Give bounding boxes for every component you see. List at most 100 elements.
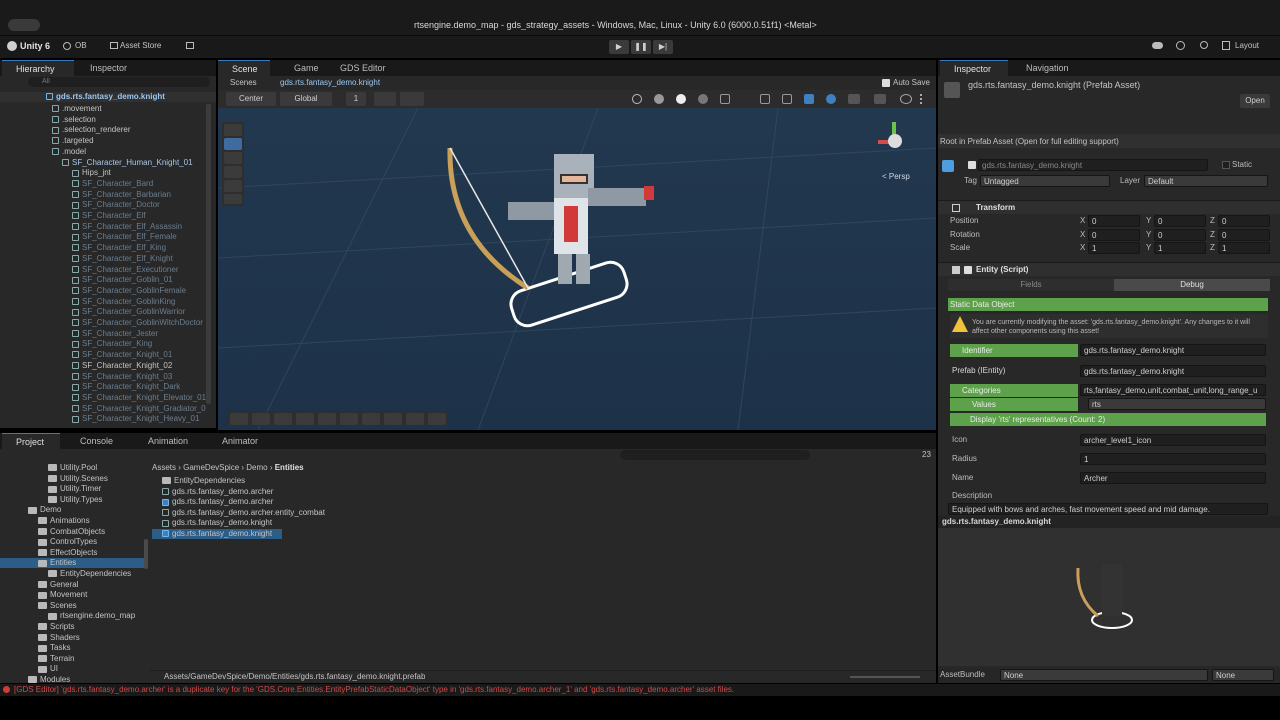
project-folder-item[interactable]: EntityDependencies bbox=[0, 569, 144, 579]
window-controls[interactable] bbox=[8, 19, 40, 31]
project-folder-item[interactable]: Movement bbox=[0, 590, 144, 600]
hand-tool-icon[interactable] bbox=[224, 124, 242, 136]
tab-game[interactable]: Game bbox=[280, 60, 330, 76]
audio-toggle-icon[interactable] bbox=[760, 94, 770, 104]
hierarchy-item[interactable]: SF_Character_Knight_Dark bbox=[0, 382, 206, 392]
hierarchy-item[interactable]: .model bbox=[0, 147, 206, 157]
hierarchy-search[interactable]: All bbox=[28, 77, 210, 87]
snap-increment-button[interactable] bbox=[400, 92, 424, 106]
tab-inspector[interactable]: Inspector bbox=[940, 60, 1008, 76]
open-prefab-button[interactable]: Open bbox=[1240, 94, 1270, 108]
transform-header[interactable]: Transform bbox=[938, 200, 1280, 214]
unity-logo-icon[interactable] bbox=[7, 41, 17, 51]
hierarchy-item[interactable]: .selection_renderer bbox=[0, 125, 206, 135]
description-field[interactable]: Equipped with bows and arches, fast move… bbox=[948, 503, 1268, 515]
project-folder-item[interactable]: Entities bbox=[0, 558, 144, 569]
breadcrumb-gamedevspice[interactable]: GameDevSpice bbox=[183, 463, 239, 472]
static-checkbox[interactable] bbox=[1222, 161, 1230, 169]
search-icon[interactable] bbox=[1200, 41, 1208, 49]
hierarchy-item[interactable]: SF_Character_Knight_Heavy_01 bbox=[0, 414, 206, 424]
name-field[interactable]: Archer bbox=[1080, 472, 1266, 484]
transform-z-field[interactable]: 0 bbox=[1218, 215, 1270, 227]
shading-wire-icon[interactable] bbox=[632, 94, 642, 104]
preview-header[interactable]: gds.rts.fantasy_demo.knight bbox=[938, 516, 1280, 528]
project-file-item[interactable]: gds.rts.fantasy_demo.archer bbox=[152, 487, 452, 497]
gizmos-icon[interactable] bbox=[900, 94, 912, 104]
project-folder-item[interactable]: Utility.Scenes bbox=[0, 474, 144, 484]
cloud-icon[interactable] bbox=[1152, 42, 1163, 49]
layer-dropdown[interactable]: Default bbox=[1144, 175, 1268, 187]
overlay-tool-9-icon[interactable] bbox=[406, 413, 424, 425]
breadcrumb-asset[interactable]: gds.rts.fantasy_demo.knight bbox=[280, 78, 380, 87]
project-folder-item[interactable]: Terrain bbox=[0, 654, 144, 664]
transform-x-field[interactable]: 0 bbox=[1088, 228, 1140, 241]
layers-visibility-icon[interactable] bbox=[848, 94, 860, 104]
transform-x-field[interactable]: 1 bbox=[1088, 242, 1140, 254]
effects-toggle-icon[interactable] bbox=[782, 94, 792, 104]
hierarchy-item[interactable]: SF_Character_Human_Knight_01 bbox=[0, 158, 206, 168]
overlay-tool-5-icon[interactable] bbox=[318, 413, 336, 425]
draw-mode-toolbar[interactable] bbox=[628, 92, 928, 106]
hidden-objects-icon[interactable] bbox=[804, 94, 814, 104]
rect-tool-icon[interactable] bbox=[224, 180, 242, 192]
project-file-item[interactable]: EntityDependencies bbox=[152, 476, 452, 486]
hierarchy-item[interactable]: SF_Character_Bard bbox=[0, 179, 206, 189]
hierarchy-item[interactable]: .movement bbox=[0, 104, 206, 114]
project-folder-item[interactable]: ControlTypes bbox=[0, 537, 144, 547]
project-folder-item[interactable]: EffectObjects bbox=[0, 548, 144, 558]
tab-inspector-left[interactable]: Inspector bbox=[76, 60, 156, 76]
scene-viewport[interactable]: < Persp bbox=[218, 108, 936, 430]
play-button[interactable]: ▶ bbox=[609, 40, 629, 54]
hierarchy-item[interactable]: SF_Character_Elf_King bbox=[0, 243, 206, 253]
tag-dropdown[interactable]: Untagged bbox=[980, 175, 1110, 187]
overlay-tool-3-icon[interactable] bbox=[274, 413, 292, 425]
asset-store-button[interactable]: Asset Store bbox=[120, 41, 161, 50]
object-name-field[interactable]: gds.rts.fantasy_demo.knight bbox=[978, 159, 1208, 171]
assetbundle-dropdown[interactable]: None bbox=[1000, 669, 1208, 681]
entity-enabled-checkbox[interactable] bbox=[964, 266, 972, 274]
tab-gds-editor[interactable]: GDS Editor bbox=[326, 60, 396, 76]
hierarchy-item[interactable]: SF_Character_GoblinWarrior bbox=[0, 307, 206, 317]
project-file-item[interactable]: gds.rts.fantasy_demo.knight bbox=[152, 518, 452, 528]
camera-settings-icon[interactable] bbox=[874, 94, 886, 104]
entity-script-header[interactable]: Entity (Script) bbox=[938, 262, 1280, 276]
tab-animator[interactable]: Animator bbox=[208, 433, 278, 449]
history-icon[interactable] bbox=[1176, 41, 1185, 50]
tab-animation[interactable]: Animation bbox=[134, 433, 204, 449]
package-icon[interactable] bbox=[186, 42, 194, 49]
breadcrumb-scenes[interactable]: Scenes bbox=[230, 78, 257, 87]
project-folder-item[interactable]: Modules bbox=[0, 675, 144, 683]
space-dropdown[interactable]: Global bbox=[280, 92, 332, 106]
visibility-icon[interactable] bbox=[826, 94, 836, 104]
active-checkbox[interactable] bbox=[968, 161, 976, 169]
assetbundle-variant-dropdown[interactable]: None bbox=[1212, 669, 1274, 681]
project-folder-item[interactable]: UI bbox=[0, 664, 144, 674]
rotate-tool-icon[interactable] bbox=[224, 152, 242, 164]
project-folder-item[interactable]: rtsengine.demo_map bbox=[0, 611, 144, 621]
hierarchy-item[interactable]: SF_Character_Elf_Knight bbox=[0, 254, 206, 264]
hierarchy-item[interactable]: SF_Character_Doctor bbox=[0, 200, 206, 210]
transform-z-field[interactable]: 0 bbox=[1218, 228, 1270, 241]
hierarchy-item[interactable]: SF_Character_Elf_Assassin bbox=[0, 222, 206, 232]
project-folder-item[interactable]: Shaders bbox=[0, 633, 144, 643]
transform-y-field[interactable]: 0 bbox=[1154, 215, 1206, 227]
project-file-item[interactable]: gds.rts.fantasy_demo.knight bbox=[152, 529, 282, 539]
hierarchy-item[interactable]: SF_Character_GoblinKing bbox=[0, 297, 206, 307]
project-folder-item[interactable]: Utility.Pool bbox=[0, 463, 144, 473]
hierarchy-item[interactable]: SF_Character_Knight_Elevator_01 bbox=[0, 393, 206, 403]
hierarchy-item[interactable]: SF_Character_King bbox=[0, 339, 206, 349]
identifier-field[interactable]: gds.rts.fantasy_demo.knight bbox=[1080, 344, 1266, 356]
preview-area[interactable] bbox=[938, 528, 1280, 666]
radius-field[interactable]: 1 bbox=[1080, 453, 1266, 465]
breadcrumb-entities[interactable]: Entities bbox=[275, 463, 304, 472]
hierarchy-item[interactable]: SF_Character_Knight_02 bbox=[0, 361, 206, 371]
overlay-tool-8-icon[interactable] bbox=[384, 413, 402, 425]
hierarchy-item[interactable]: SF_Character_Barbarian bbox=[0, 190, 206, 200]
account-icon[interactable] bbox=[63, 42, 71, 50]
project-folder-item[interactable]: General bbox=[0, 580, 144, 590]
hierarchy-item[interactable]: .selection bbox=[0, 115, 206, 125]
overlay-tool-4-icon[interactable] bbox=[296, 413, 314, 425]
project-folder-item[interactable]: Utility.Types bbox=[0, 495, 144, 505]
hierarchy-item[interactable]: SF_Character_GoblinWitchDoctor bbox=[0, 318, 206, 328]
overlay-tool-10-icon[interactable] bbox=[428, 413, 446, 425]
